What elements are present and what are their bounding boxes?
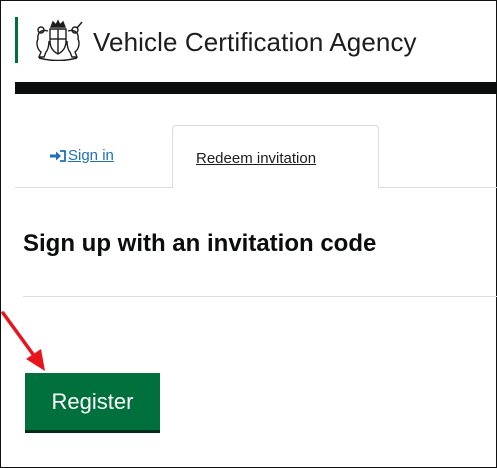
tab-redeem-invitation-label[interactable]: Redeem invitation	[196, 150, 316, 167]
tab-sign-in-label[interactable]: Sign in	[68, 147, 114, 164]
header-accent-rule	[15, 17, 18, 63]
red-pointer-arrow-icon	[1, 311, 45, 371]
tab-sign-in[interactable]: Sign in	[49, 147, 114, 164]
page-title: Sign up with an invitation code	[23, 230, 377, 257]
tab-redeem-invitation[interactable]: Redeem invitation	[172, 125, 379, 187]
agency-name[interactable]: Vehicle Certification Agency	[93, 27, 417, 58]
royal-coat-of-arms-icon	[36, 19, 83, 61]
header-black-bar	[15, 82, 497, 94]
sign-in-arrow-icon	[50, 149, 66, 162]
register-button[interactable]: Register	[25, 373, 160, 430]
section-divider	[23, 296, 497, 297]
active-tab-gap	[173, 186, 378, 189]
page-frame: Vehicle Certification Agency Sign in Red…	[0, 0, 497, 468]
